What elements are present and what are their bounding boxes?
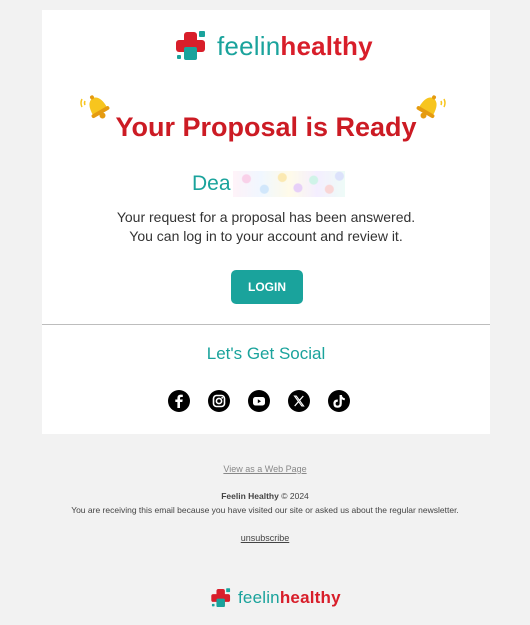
email-message: Your request for a proposal has been ans… [42,208,490,246]
tiktok-icon[interactable] [328,390,350,412]
medical-cross-icon [174,29,208,63]
brand-wordmark: feelinhealthy [217,31,373,62]
email-title: Your Proposal is Ready [115,112,417,142]
footer-brand-logo[interactable]: feelinhealthy [210,587,341,609]
footer-brand-name-suffix: healthy [279,588,341,607]
brand-logo[interactable]: feelinhealthy [174,27,373,65]
social-links [168,390,350,412]
unsubscribe-link[interactable]: unsubscribe [0,533,530,543]
footer-brand-wordmark: feelinhealthy [238,588,341,608]
greeting-text: Dea [192,172,231,195]
footer-notice: You are receiving this email because you… [71,505,459,515]
login-button[interactable]: LOGIN [231,270,303,304]
youtube-icon[interactable] [248,390,270,412]
facebook-icon[interactable] [168,390,190,412]
redacted-name [232,171,345,197]
medical-cross-icon [210,587,232,609]
greeting: Dea [192,170,345,198]
footer-brand-name-prefix: feelin [238,588,280,607]
divider [42,324,490,325]
footer-copyright: Feelin Healthy © 2024 [0,490,530,503]
brand-name-suffix: healthy [280,30,373,61]
message-line-1: Your request for a proposal has been ans… [116,209,416,225]
message-line-2: You can log in to your account and revie… [129,228,403,244]
email-card: feelinhealthy Your Proposal is Ready Dea… [42,10,490,434]
x-icon[interactable] [288,390,310,412]
copyright-brand: Feelin Healthy [221,491,279,501]
instagram-icon[interactable] [208,390,230,412]
social-heading: Let's Get Social [206,344,326,363]
brand-name-prefix: feelin [217,30,281,61]
view-web-page-link[interactable]: View as a Web Page [0,464,530,474]
copyright-year: © 2024 [281,491,309,501]
